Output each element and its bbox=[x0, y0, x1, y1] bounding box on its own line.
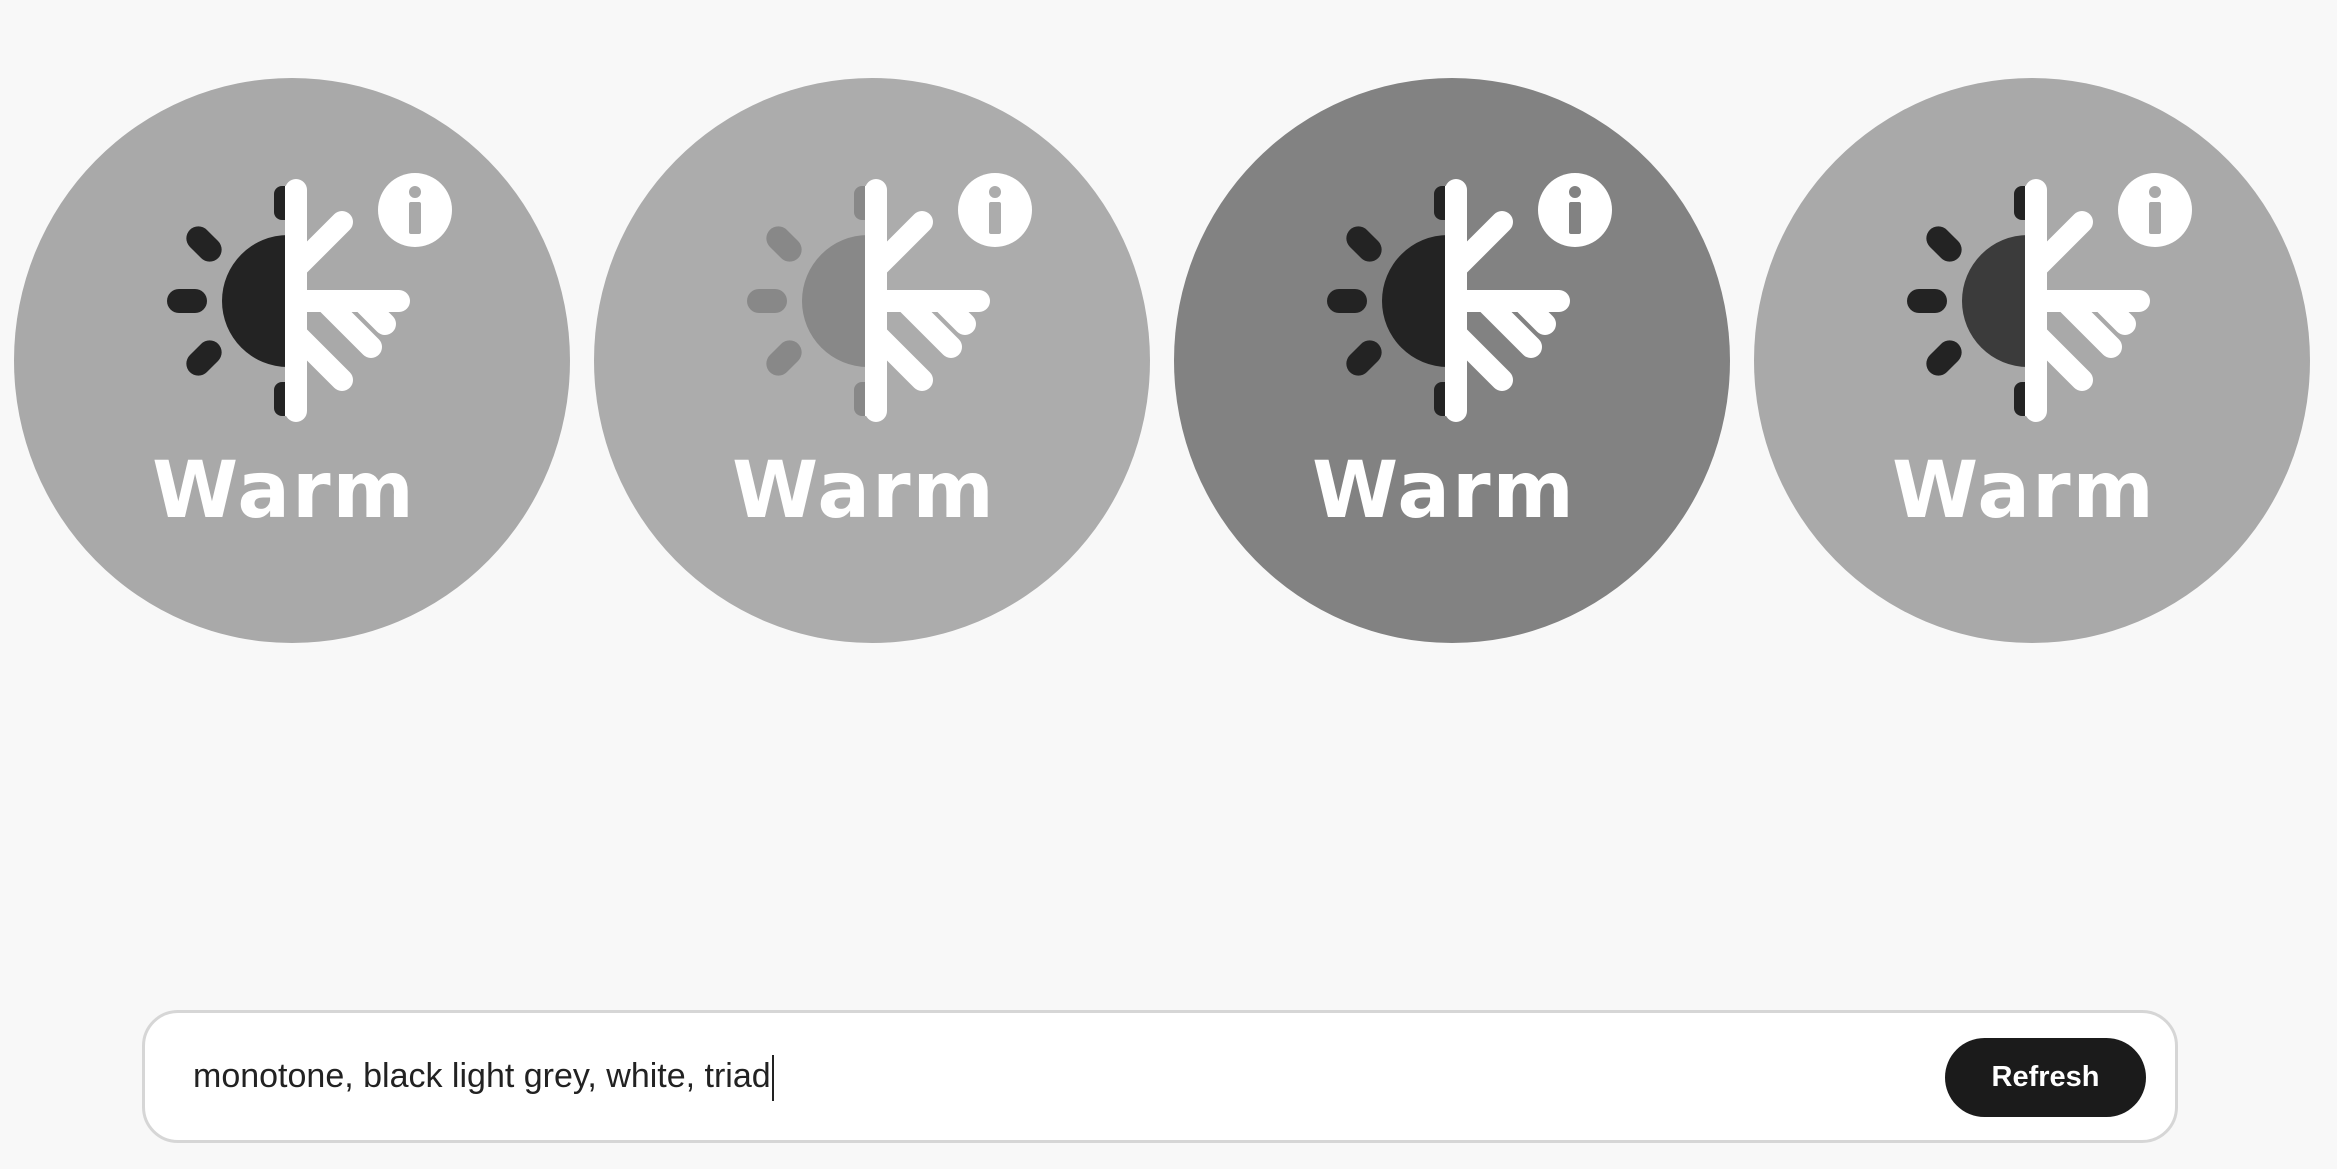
info-icon[interactable] bbox=[378, 173, 452, 247]
card-circle bbox=[1174, 78, 1730, 643]
card-label: Warm bbox=[732, 446, 996, 536]
card-circle bbox=[14, 78, 570, 643]
card-label: Warm bbox=[1892, 446, 2156, 536]
info-icon[interactable] bbox=[958, 173, 1032, 247]
icon-card-1[interactable]: Warm bbox=[14, 78, 570, 643]
card-label: Warm bbox=[152, 446, 416, 536]
prompt-input[interactable]: monotone, black light grey, white, triad bbox=[193, 1013, 774, 1140]
card-circle bbox=[594, 78, 1150, 643]
icon-card-3[interactable]: Warm bbox=[1174, 78, 1730, 643]
card-label: Warm bbox=[1312, 446, 1576, 536]
card-circle bbox=[1754, 78, 2310, 643]
info-icon[interactable] bbox=[1538, 173, 1612, 247]
info-icon[interactable] bbox=[2118, 173, 2192, 247]
text-caret bbox=[771, 1055, 774, 1102]
prompt-bar: monotone, black light grey, white, triad… bbox=[142, 1010, 2178, 1143]
prompt-input-value: monotone, black light grey, white, triad bbox=[193, 1057, 771, 1095]
icon-card-4[interactable]: Warm bbox=[1754, 78, 2310, 643]
refresh-button[interactable]: Refresh bbox=[1945, 1038, 2146, 1117]
icon-card-2[interactable]: Warm bbox=[594, 78, 1150, 643]
